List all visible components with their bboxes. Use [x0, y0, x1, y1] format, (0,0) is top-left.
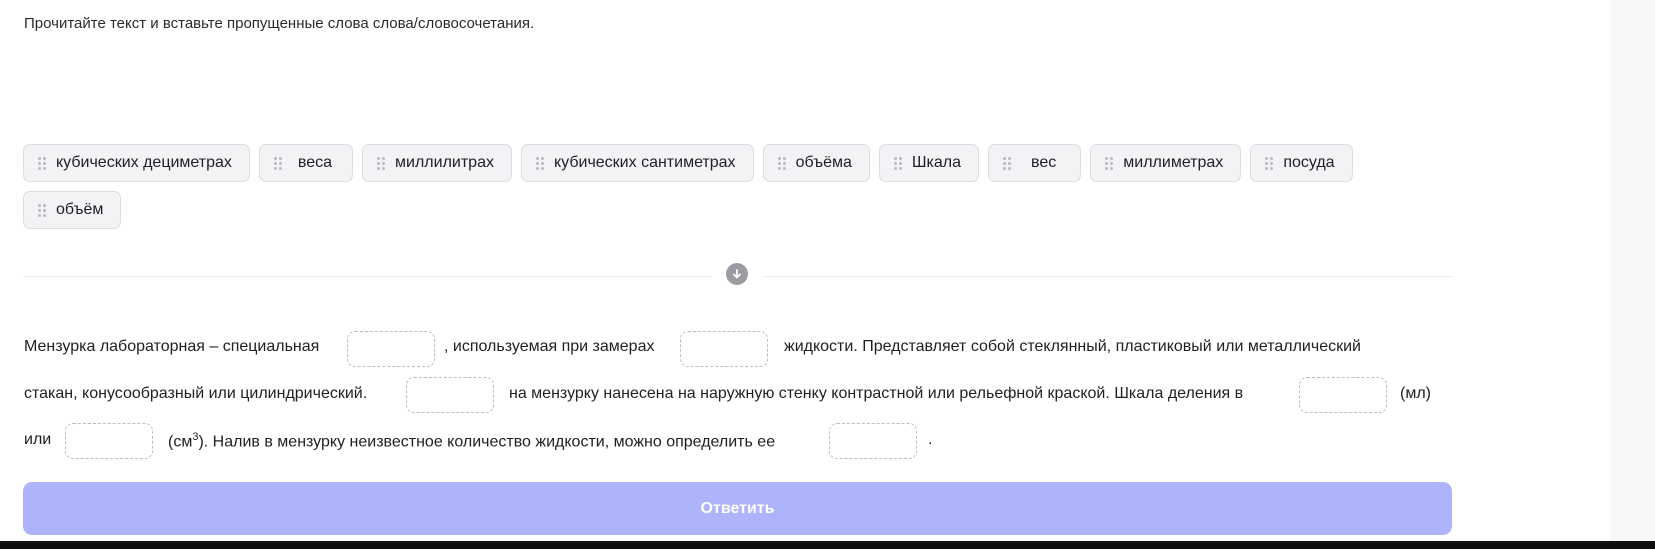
submit-answer-button[interactable]: Ответить: [23, 482, 1452, 535]
drag-handle-icon: [38, 156, 46, 170]
passage-text: на мензурку нанесена на наружную стенку …: [509, 385, 1244, 402]
passage-text: стакан, конусообразный или цилиндрически…: [24, 385, 368, 402]
word-chip-label: объём: [56, 201, 104, 218]
word-chip-label: объёма: [795, 154, 852, 171]
drag-handle-icon: [1003, 156, 1012, 170]
passage-text: Мензурка лабораторная – специальная: [24, 338, 320, 355]
word-chip[interactable]: Шкала: [878, 144, 980, 182]
drag-handle-icon: [777, 156, 786, 170]
divider: [762, 276, 1454, 277]
passage-text: .: [928, 431, 933, 448]
word-chip-label: миллиметрах: [1123, 154, 1224, 171]
passage-text: жидкости. Представляет собой стеклянный,…: [784, 338, 1361, 355]
passage-text: , используемая при замерах: [444, 338, 655, 355]
word-chip-label: Шкала: [911, 154, 962, 171]
passage-text-part: (см: [168, 433, 193, 451]
drag-handle-icon: [1265, 156, 1274, 170]
word-chip[interactable]: кубических сантиметрах: [520, 144, 754, 182]
blank-drop-zone[interactable]: [406, 377, 494, 413]
word-bank: кубических дециметрах веса миллилитрах к…: [23, 144, 1363, 229]
word-chip[interactable]: миллиметрах: [1090, 144, 1242, 182]
drag-handle-icon: [1105, 156, 1114, 170]
passage-text: или: [24, 431, 52, 448]
word-chip-label: кубических дециметрах: [56, 154, 232, 171]
page-margin: [1610, 0, 1655, 541]
passage-text: (см3). Налив в мензурку неизвестное коли…: [168, 431, 775, 451]
drag-handle-icon: [38, 203, 46, 217]
word-chip[interactable]: вес: [988, 144, 1082, 182]
drag-handle-icon: [535, 156, 544, 170]
word-chip[interactable]: кубических дециметрах: [23, 144, 250, 182]
drag-handle-icon: [273, 156, 282, 170]
word-chip-label: вес: [1031, 154, 1057, 171]
word-chip-label: миллилитрах: [395, 154, 494, 171]
word-chip-label: кубических сантиметрах: [553, 154, 736, 171]
word-chip[interactable]: веса: [258, 144, 354, 182]
blank-drop-zone[interactable]: [65, 423, 153, 459]
instruction-text: Прочитайте текст и вставьте пропущенные …: [24, 15, 535, 32]
divider: [23, 276, 712, 277]
word-chip[interactable]: объёма: [762, 144, 870, 182]
word-chip[interactable]: объём: [23, 191, 122, 229]
window-bottom-bar: [0, 541, 1655, 549]
word-chip-label: посуда: [1283, 154, 1335, 171]
blank-drop-zone[interactable]: [1299, 377, 1387, 413]
drag-handle-icon: [377, 156, 386, 170]
passage-text: (мл): [1400, 385, 1431, 402]
blank-drop-zone[interactable]: [680, 331, 768, 367]
blank-drop-zone[interactable]: [829, 423, 917, 459]
arrow-down-circle-icon[interactable]: [726, 263, 748, 285]
word-chip[interactable]: посуда: [1250, 144, 1353, 182]
word-chip-label: веса: [297, 154, 333, 171]
blank-drop-zone[interactable]: [347, 331, 435, 367]
exercise-panel: Прочитайте текст и вставьте пропущенные …: [0, 0, 1610, 541]
drag-handle-icon: [893, 156, 902, 170]
word-chip[interactable]: миллилитрах: [362, 144, 512, 182]
passage-text-part: ). Налив в мензурку неизвестное количест…: [198, 433, 776, 451]
